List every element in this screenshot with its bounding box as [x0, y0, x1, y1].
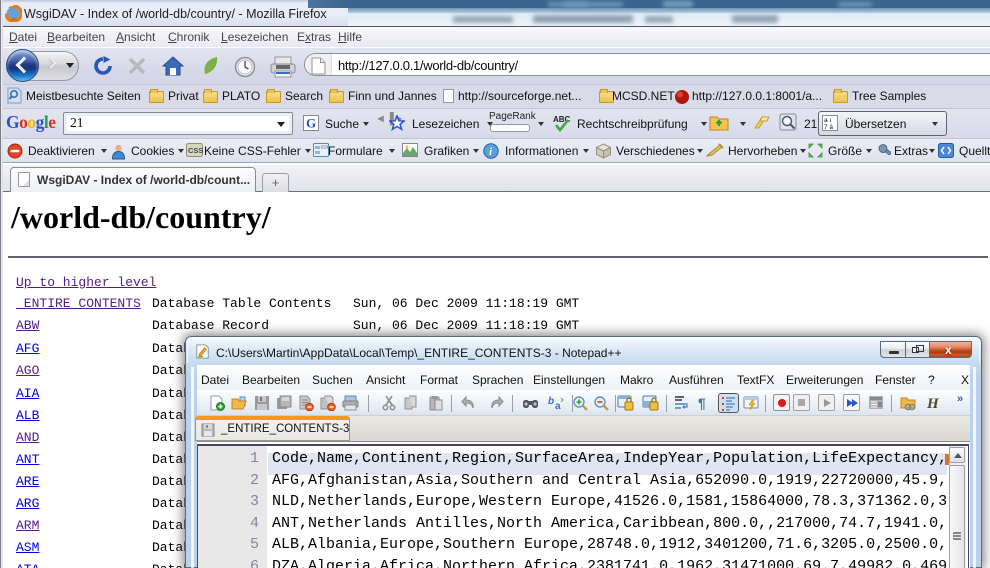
svg-text:G: G: [306, 116, 316, 131]
svg-text:H: H: [926, 396, 940, 411]
svg-text:CSS: CSS: [188, 146, 203, 155]
svg-text:a: a: [555, 401, 561, 411]
svg-text:a ı: a ı: [824, 117, 831, 124]
svg-text:7 ä: 7 ä: [824, 124, 833, 131]
svg-text:¶: ¶: [698, 395, 706, 411]
svg-text:ABC: ABC: [553, 115, 571, 124]
svg-text:b: b: [548, 396, 554, 407]
